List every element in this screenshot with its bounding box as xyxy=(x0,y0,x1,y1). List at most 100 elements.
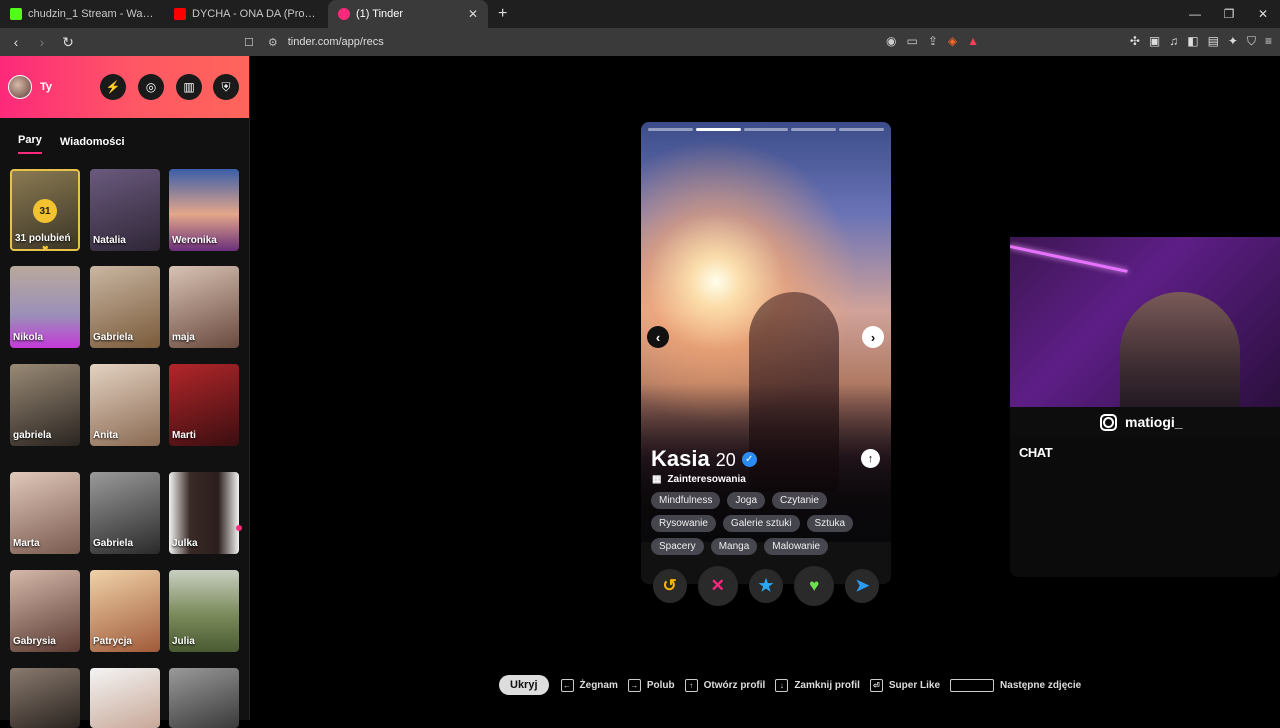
address-bar[interactable]: ☐ ⚙ tinder.com/app/recs ◉ ▭ ⇪ ◈ ▲ xyxy=(244,31,989,53)
heart-icon: ♥ xyxy=(42,243,49,251)
hint-label: Super Like xyxy=(888,679,941,691)
hint-super-like: ⏎ Super Like xyxy=(869,678,941,692)
match-name: Julia xyxy=(172,636,195,647)
match-card[interactable]: gabriela xyxy=(10,364,80,446)
interests-header: ▦ Zainteresowania xyxy=(652,474,746,485)
profile-card[interactable]: ‹ › Kasia 20 ✓ ↑ ▦ Zainteresowania Mindf… xyxy=(641,122,891,584)
nope-button[interactable]: ✕ xyxy=(697,566,738,606)
match-card[interactable]: Weronika xyxy=(169,169,239,251)
tab-tinder[interactable]: (1) Tinder ✕ xyxy=(328,0,488,28)
led-strip xyxy=(1010,245,1128,273)
photo-progress-segment xyxy=(695,128,741,131)
open-profile-icon[interactable]: ↑ xyxy=(861,449,880,468)
interest-chip: Galerie sztuki xyxy=(722,515,800,532)
minimize-icon[interactable]: — xyxy=(1178,0,1212,28)
send-icon: ➤ xyxy=(855,576,870,595)
interest-chip: Joga xyxy=(727,492,766,509)
interest-chip: Rysowanie xyxy=(651,515,716,532)
grid-icon: ▦ xyxy=(652,474,662,485)
rewind-icon: ↺ xyxy=(662,576,677,595)
close-tab-icon[interactable]: ✕ xyxy=(468,7,478,21)
hint-label: Otwórz profil xyxy=(703,679,766,691)
match-card[interactable] xyxy=(90,668,160,728)
sidebar-tabs: Pary Wiadomości xyxy=(0,118,249,154)
tab-messages[interactable]: Wiadomości xyxy=(60,136,125,154)
hint-next-photo: Następne zdjęcie xyxy=(950,678,1081,692)
photo-progress-segment xyxy=(791,128,837,131)
location-icon[interactable]: ◉ xyxy=(886,34,896,48)
reload-icon[interactable]: ↻ xyxy=(58,34,78,51)
chat-label: CHAT xyxy=(1019,445,1053,460)
match-card[interactable]: Gabrysia xyxy=(10,570,80,652)
match-name: Marti xyxy=(172,430,196,441)
hint-open-profile: ↑ Otwórz profil xyxy=(684,678,766,692)
up-arrow-key-icon: ↑ xyxy=(684,678,698,692)
likes-you-card[interactable]: 31 31 polubień ♥ xyxy=(10,169,80,251)
match-card[interactable]: Patrycja xyxy=(90,570,160,652)
instagram-icon xyxy=(1100,413,1117,431)
close-window-icon[interactable]: ✕ xyxy=(1246,0,1280,28)
extensions-bar: ✣ ▣ ♫ ◧ ▤ ✦ ⛉ ≡ xyxy=(1130,34,1272,49)
match-card[interactable]: Marti xyxy=(169,364,239,446)
match-card[interactable]: Gabriela xyxy=(90,472,160,554)
match-card[interactable]: Marta xyxy=(10,472,80,554)
ai-icon[interactable]: ✦ xyxy=(1228,34,1238,49)
vpn-icon[interactable]: ⛉ xyxy=(1247,34,1256,49)
bookmark-icon[interactable]: ☐ xyxy=(244,36,254,49)
boost-button[interactable]: ➤ xyxy=(845,569,880,603)
extensions-icon[interactable]: ✣ xyxy=(1130,34,1140,49)
match-card[interactable]: Nikola xyxy=(10,266,80,348)
site-settings-icon[interactable]: ⚙ xyxy=(268,36,278,49)
match-card[interactable]: Natalia xyxy=(90,169,160,251)
menu-icon[interactable]: ≡ xyxy=(1265,34,1272,49)
match-card[interactable]: Julia xyxy=(169,570,239,652)
share-icon[interactable]: ⇪ xyxy=(928,34,938,48)
url-text[interactable]: tinder.com/app/recs xyxy=(288,36,384,48)
brave-shield-icon[interactable]: ◈ xyxy=(948,34,957,48)
star-icon: ★ xyxy=(758,576,774,595)
forward-icon[interactable]: › xyxy=(32,34,52,50)
tab-youtube[interactable]: DYCHA - ONA DA (Prod. CrackH xyxy=(164,0,328,28)
brave-rewards-icon[interactable]: ▲ xyxy=(967,34,979,48)
instagram-bar: matiogi_ xyxy=(1010,407,1280,437)
tab-matches[interactable]: Pary xyxy=(18,134,42,154)
hint-label: Polub xyxy=(646,679,675,691)
sidebar-toggle-icon[interactable]: ◧ xyxy=(1187,34,1198,49)
match-name: Anita xyxy=(93,430,118,441)
tab-label: chudzin_1 Stream - Watch Live on Ki xyxy=(28,8,154,20)
match-card[interactable]: maja xyxy=(169,266,239,348)
rewind-button[interactable]: ↺ xyxy=(652,569,687,603)
right-arrow-key-icon: → xyxy=(627,678,641,692)
profile-age: 20 xyxy=(715,450,736,470)
photo-progress-segment xyxy=(839,128,884,131)
match-card[interactable] xyxy=(169,668,239,728)
super-like-button[interactable]: ★ xyxy=(748,569,783,603)
avatar[interactable] xyxy=(8,75,32,99)
tab-kick[interactable]: chudzin_1 Stream - Watch Live on Ki xyxy=(0,0,164,28)
reader-icon[interactable]: ▣ xyxy=(1149,34,1160,49)
boost-icon[interactable]: ⚡ xyxy=(100,74,126,100)
briefcase-icon[interactable]: ▥ xyxy=(176,74,202,100)
match-card[interactable]: Anita xyxy=(90,364,160,446)
hint-label: Zamknij profil xyxy=(794,679,860,691)
back-icon[interactable]: ‹ xyxy=(6,34,26,50)
next-photo-icon[interactable]: › xyxy=(862,326,884,348)
previous-photo-icon[interactable]: ‹ xyxy=(647,326,669,348)
cast-icon[interactable]: ▭ xyxy=(906,34,917,48)
like-button[interactable]: ♥ xyxy=(794,566,835,606)
profile-name-row: Kasia 20 ✓ xyxy=(651,446,757,472)
heart-icon: ♥ xyxy=(809,576,820,595)
new-tab-icon[interactable]: + xyxy=(498,5,507,23)
match-card[interactable]: Julka xyxy=(169,472,239,554)
safety-shield-icon[interactable]: ⛨ xyxy=(213,74,239,100)
hide-hints-button[interactable]: Ukryj xyxy=(499,675,549,695)
match-card[interactable]: Gabriela xyxy=(90,266,160,348)
left-arrow-key-icon: ← xyxy=(560,678,574,692)
wallet-icon[interactable]: ▤ xyxy=(1208,34,1219,49)
restore-icon[interactable]: ❐ xyxy=(1212,0,1246,28)
match-card[interactable] xyxy=(10,668,80,728)
music-icon[interactable]: ♫ xyxy=(1169,34,1178,49)
user-label[interactable]: Ty xyxy=(40,81,52,93)
explore-icon[interactable]: ◎ xyxy=(138,74,164,100)
hint-nope: ← Żegnam xyxy=(560,678,618,692)
